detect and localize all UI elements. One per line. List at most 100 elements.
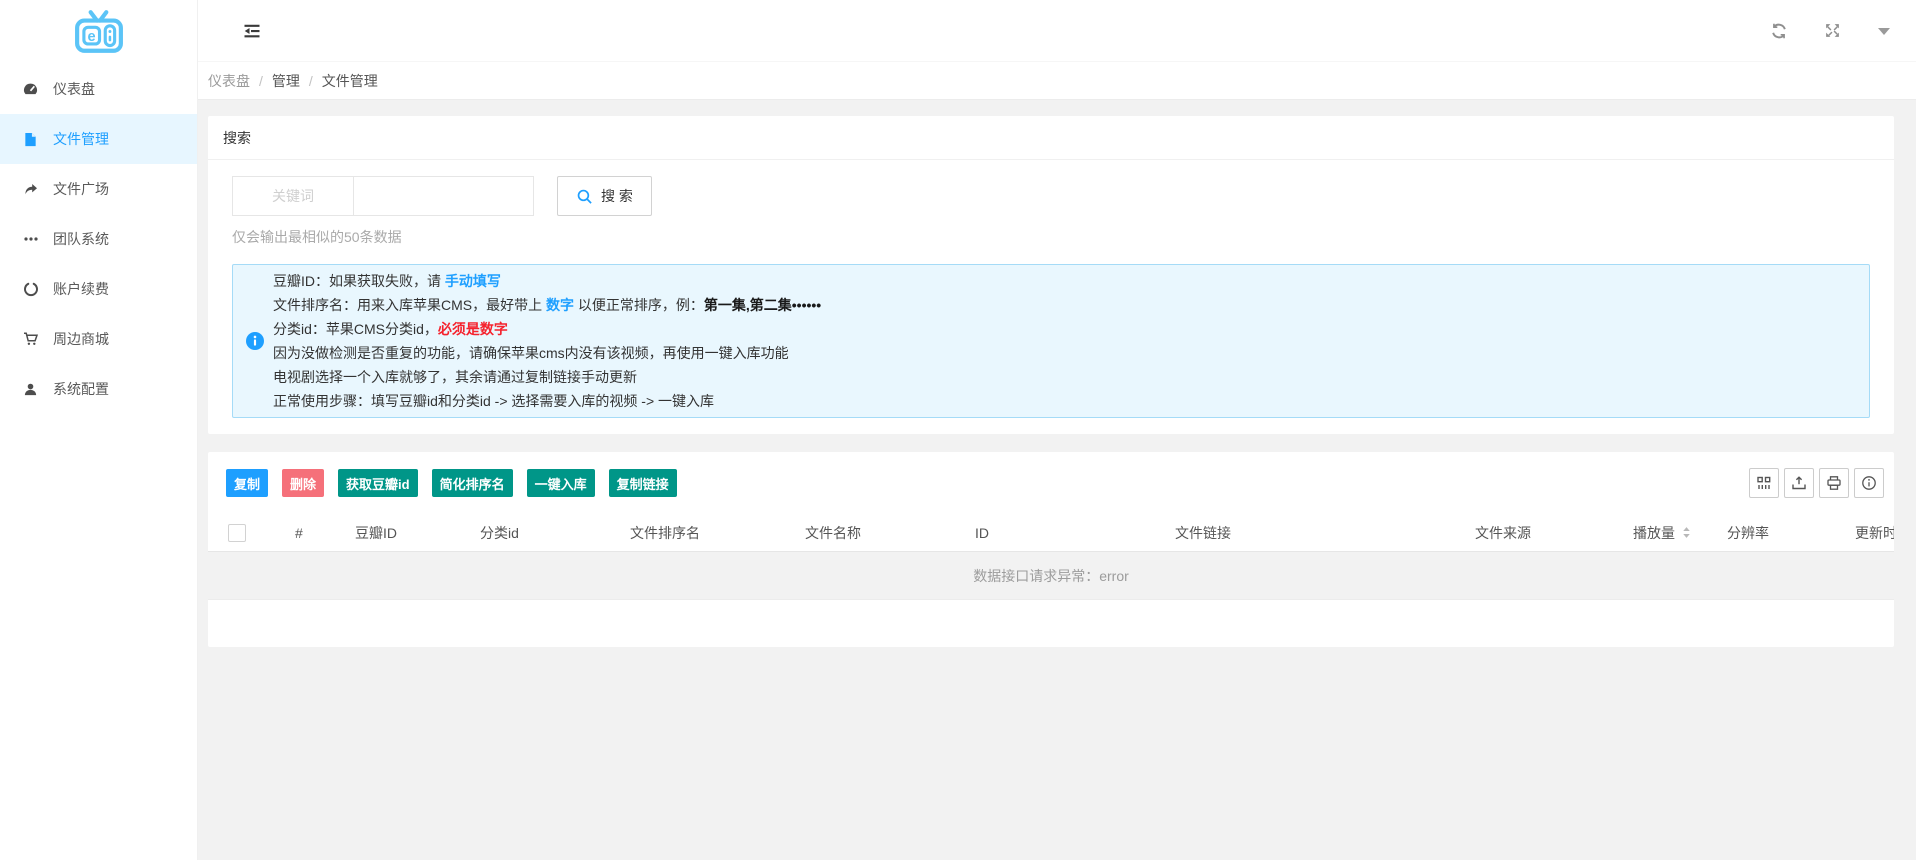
alert-bold-example: 第一集,第二集•••••• [704,297,821,313]
alert-text: 分类id：苹果CMS分类id， [273,321,438,337]
refresh-icon[interactable] [1770,22,1788,40]
sidebar-item-account-renewal[interactable]: 账户续费 [0,264,197,314]
column-file-source: 文件来源 [1465,523,1620,543]
table-toolbar: 复制 删除 获取豆瓣id 简化排序名 一键入库 复制链接 [208,452,1894,514]
gauge-icon [22,81,39,98]
file-icon [22,131,39,148]
manual-fill-link[interactable]: 手动填写 [445,273,501,289]
sidebar-item-label: 仪表盘 [53,79,95,99]
column-play-count: 播放量 [1620,523,1715,543]
alert-text: 以便正常排序，例： [574,297,704,313]
user-icon [22,381,39,398]
alert-text: 豆瓣ID：如果获取失败，请 [273,273,445,289]
sidebar-item-file-plaza[interactable]: 文件广场 [0,164,197,214]
export-icon [1791,475,1807,491]
breadcrumb-item-manage[interactable]: 管理 [272,71,300,91]
copy-button[interactable]: 复制 [226,469,268,497]
sidebar-item-label: 系统配置 [53,379,109,399]
table-card-footer-space [208,600,1894,647]
app-logo[interactable]: e [0,0,197,64]
collapse-sidebar-icon[interactable] [242,20,264,42]
print-icon [1826,475,1842,491]
sidebar-item-dashboard[interactable]: 仪表盘 [0,64,197,114]
columns-icon [1756,475,1772,491]
column-resolution: 分辨率 [1715,523,1845,543]
search-hint: 仅会输出最相似的50条数据 [232,227,1870,247]
ring-icon [22,281,39,298]
table-header-row: # 豆瓣ID 分类id 文件排序名 文件名称 ID 文件链接 文件来源 播放量 … [208,514,1894,552]
table-info-button[interactable] [1854,468,1884,498]
tv-logo-icon: e [74,10,124,54]
columns-filter-button[interactable] [1749,468,1779,498]
alert-line-duplicate-warning: 因为没做检测是否重复的功能，请确保苹果cms内没有该视频，再使用一键入库功能 [273,341,1849,365]
share-icon [22,181,39,198]
table-header-checkbox-cell [208,524,280,542]
user-menu-caret-icon[interactable] [1878,28,1890,35]
sidebar-item-shop[interactable]: 周边商城 [0,314,197,364]
breadcrumb: 仪表盘 / 管理 / 文件管理 [198,62,1916,100]
sidebar-item-team-system[interactable]: 团队系统 [0,214,197,264]
get-douban-id-button[interactable]: 获取豆瓣id [338,469,418,497]
alert-line-category-id: 分类id：苹果CMS分类id，必须是数字 [273,317,1849,341]
column-category-id: 分类id [470,523,620,543]
delete-button[interactable]: 删除 [282,469,324,497]
column-douban-id: 豆瓣ID [345,523,470,543]
one-click-import-button[interactable]: 一键入库 [527,469,595,497]
search-icon [576,188,593,205]
fullscreen-icon[interactable] [1824,22,1842,40]
search-button-label: 搜 索 [601,186,633,206]
topbar-actions [1770,0,1890,62]
alert-emphasis-number: 数字 [546,297,574,313]
export-button[interactable] [1784,468,1814,498]
sidebar: e 仪表盘 文件管理 文件广场 团队系统 [0,0,198,860]
column-id: ID [965,525,1165,541]
info-circle-icon [1861,475,1877,491]
topbar [198,0,1916,62]
info-icon [246,332,264,350]
keyword-input[interactable] [354,176,534,216]
svg-text:e: e [87,29,95,45]
sidebar-item-label: 账户续费 [53,279,109,299]
search-card: 搜索 关键词 搜 索 仅会输出最相似的50条数据 [208,116,1894,434]
sidebar-item-label: 文件广场 [53,179,109,199]
table-tool-icons [1749,468,1884,498]
column-index: # [280,525,345,541]
search-form-row: 关键词 搜 索 [232,176,1870,216]
breadcrumb-item-dashboard[interactable]: 仪表盘 [208,71,250,91]
ellipsis-icon [22,231,39,248]
sidebar-item-file-management[interactable]: 文件管理 [0,114,197,164]
sidebar-item-label: 周边商城 [53,329,109,349]
simplify-sort-name-button[interactable]: 简化排序名 [432,469,513,497]
cart-icon [22,331,39,348]
sidebar-item-label: 文件管理 [53,129,109,149]
select-all-checkbox[interactable] [228,524,246,542]
table-empty-message: 数据接口请求异常：error [208,552,1894,600]
sidebar-nav: 仪表盘 文件管理 文件广场 团队系统 账户续费 [0,64,197,414]
info-alert: 豆瓣ID：如果获取失败，请 手动填写 文件排序名：用来入库苹果CMS，最好带上 … [232,264,1870,418]
keyword-label: 关键词 [232,176,354,216]
search-card-body: 关键词 搜 索 仅会输出最相似的50条数据 豆瓣ID：如果获取失败，请 手动填写 [208,160,1894,434]
alert-text: 文件排序名：用来入库苹果CMS，最好带上 [273,297,546,313]
column-update-time: 更新时间 [1845,523,1894,543]
column-file-link: 文件链接 [1165,523,1465,543]
alert-line-tv-tip: 电视剧选择一个入库就够了，其余请通过复制链接手动更新 [273,365,1849,389]
sidebar-item-system-config[interactable]: 系统配置 [0,364,197,414]
alert-line-sort-name: 文件排序名：用来入库苹果CMS，最好带上 数字 以便正常排序，例：第一集,第二集… [273,293,1849,317]
alert-line-usage-steps: 正常使用步骤：填写豆瓣id和分类id -> 选择需要入库的视频 -> 一键入库 [273,389,1849,413]
print-button[interactable] [1819,468,1849,498]
sort-icon[interactable] [1682,526,1691,539]
sidebar-item-label: 团队系统 [53,229,109,249]
main-area: 仪表盘 / 管理 / 文件管理 搜索 关键词 搜 索 仅会输出最相似的50条数据 [198,0,1916,860]
alert-line-douban-id: 豆瓣ID：如果获取失败，请 手动填写 [273,269,1849,293]
page-content: 搜索 关键词 搜 索 仅会输出最相似的50条数据 [198,100,1916,647]
search-button[interactable]: 搜 索 [557,176,652,216]
breadcrumb-separator: / [259,73,263,89]
search-card-title: 搜索 [208,116,1894,160]
alert-warning-must-be-number: 必须是数字 [438,321,508,337]
copy-link-button[interactable]: 复制链接 [609,469,677,497]
breadcrumb-item-file-management: 文件管理 [322,71,378,91]
column-file-sort-name: 文件排序名 [620,523,795,543]
column-play-count-label: 播放量 [1633,523,1675,543]
table-card: 复制 删除 获取豆瓣id 简化排序名 一键入库 复制链接 [208,452,1894,647]
breadcrumb-separator: / [309,73,313,89]
